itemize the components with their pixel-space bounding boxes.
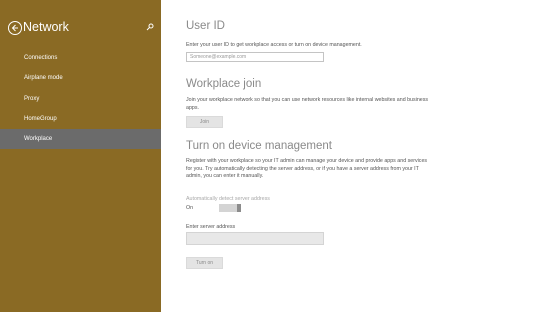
user-id-description: Enter your user ID to get workplace acce… <box>186 42 362 48</box>
search-icon[interactable] <box>146 23 154 31</box>
sidebar-item-proxy[interactable]: Proxy <box>0 89 161 109</box>
sidebar-item-connections[interactable]: Connections <box>0 48 161 68</box>
page-title: Network <box>23 20 69 34</box>
device-management-description: Register with your workplace so your IT … <box>186 158 428 179</box>
auto-detect-toggle[interactable] <box>219 204 241 212</box>
workplace-join-heading: Workplace join <box>186 78 262 90</box>
turn-on-button[interactable]: Turn on <box>186 257 223 269</box>
sidebar-item-workplace[interactable]: Workplace <box>0 129 161 149</box>
auto-detect-state: On <box>186 205 194 211</box>
user-id-placeholder: Someone@example.com <box>190 54 247 60</box>
workplace-join-description: Join your workplace network so that you … <box>186 97 429 111</box>
auto-detect-label: Automatically detect server address <box>186 196 270 202</box>
sidebar-item-homegroup[interactable]: HomeGroup <box>0 109 161 129</box>
main-content: User ID Enter your user ID to get workpl… <box>161 0 554 312</box>
server-address-input[interactable] <box>186 232 324 245</box>
server-address-label: Enter server address <box>186 224 236 230</box>
join-button[interactable]: Join <box>186 116 223 128</box>
toggle-thumb <box>237 204 241 212</box>
sidebar: Network Connections Airplane mode Proxy … <box>0 0 161 312</box>
back-button[interactable] <box>8 21 22 35</box>
back-arrow-icon <box>11 24 18 32</box>
user-id-heading: User ID <box>186 20 225 32</box>
user-id-input[interactable]: Someone@example.com <box>186 52 324 62</box>
device-management-heading: Turn on device management <box>186 140 332 152</box>
sidebar-item-airplane-mode[interactable]: Airplane mode <box>0 68 161 88</box>
